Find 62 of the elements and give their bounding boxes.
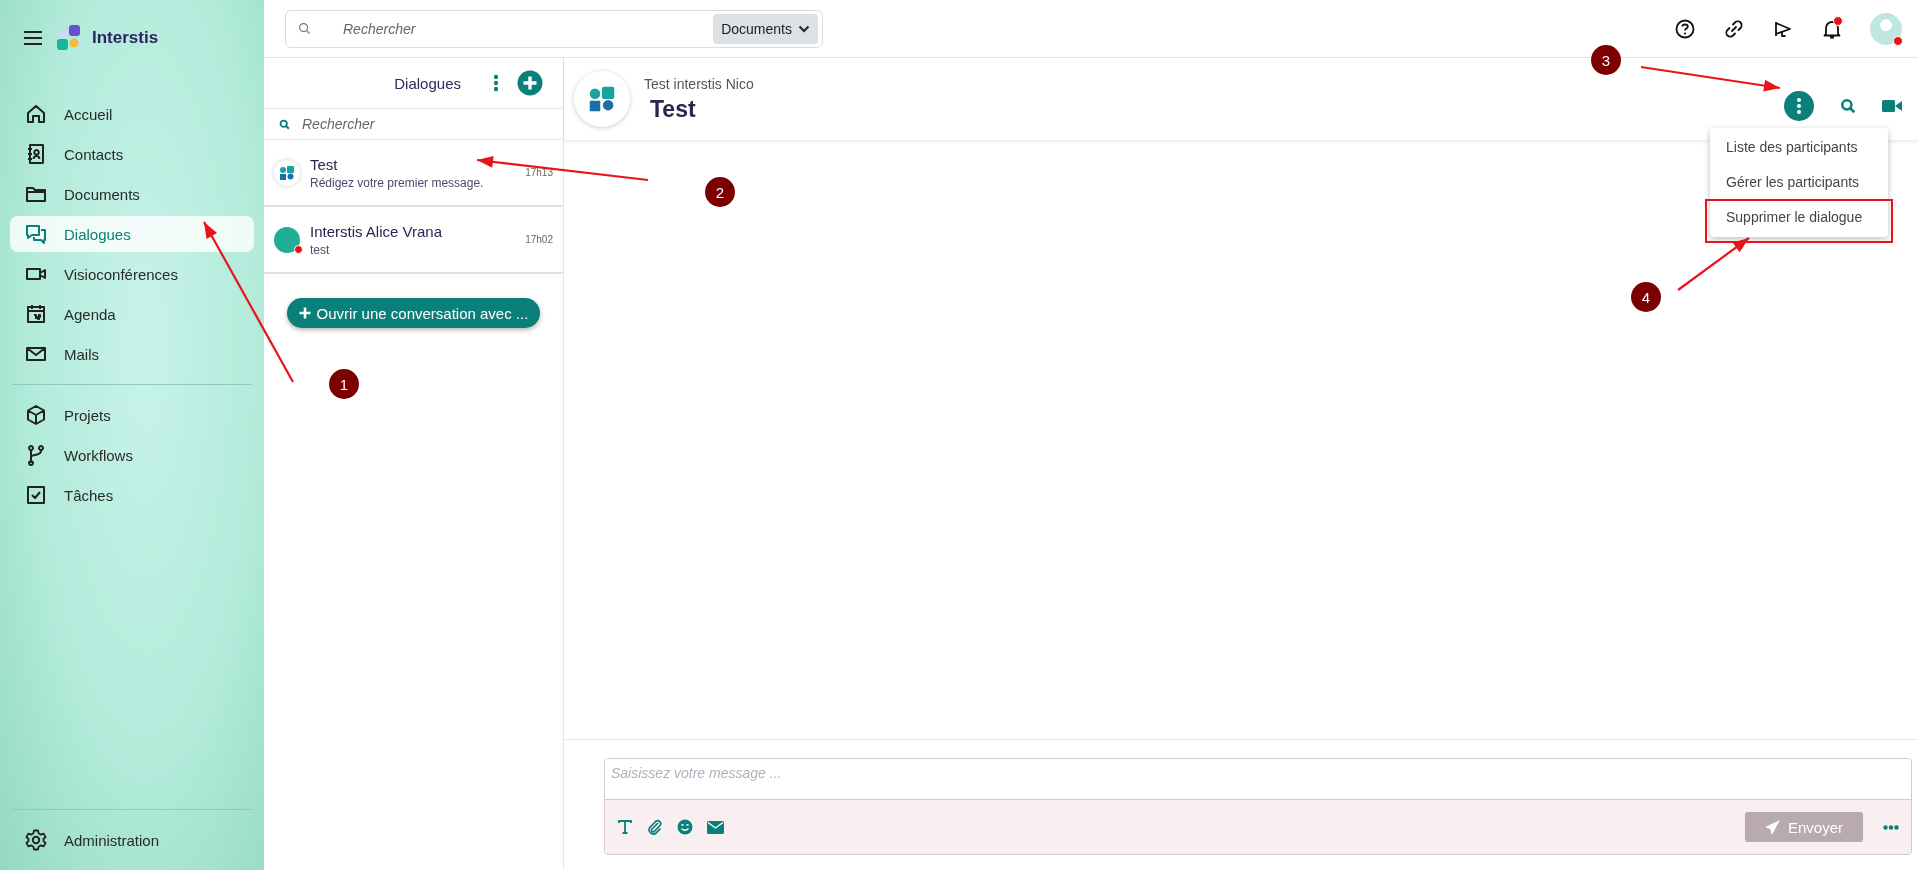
search-field[interactable]: Rechercher	[300, 115, 563, 133]
user-avatar[interactable]	[1870, 12, 1902, 45]
sidebar-item[interactable]: Mails	[10, 336, 254, 372]
open-conversation-button[interactable]: Ouvrir une conversation avec ...	[286, 298, 541, 328]
smiley-icon[interactable]	[677, 819, 693, 835]
sidebar-item[interactable]: Contacts	[10, 136, 254, 172]
menu-item[interactable]: Liste des participants	[1710, 130, 1888, 165]
step-number: 2	[705, 177, 735, 207]
sidebar-item[interactable]: Accueil	[10, 96, 254, 132]
search-icon	[298, 22, 311, 35]
paper-plane-icon	[1764, 819, 1780, 835]
conversation-name: Interstis Alice Vrana	[310, 222, 443, 240]
more-options-button[interactable]	[1784, 91, 1814, 121]
kebab-icon	[1796, 97, 1802, 115]
sidebar-item[interactable]: Workflows	[10, 437, 254, 473]
group-avatar	[574, 71, 630, 127]
step-number: 4	[1631, 282, 1661, 312]
search-icon	[279, 118, 290, 130]
search-icon[interactable]	[1840, 98, 1856, 114]
chat-bubbles-icon	[24, 222, 48, 246]
conversation-item[interactable]: Interstis Alice Vrana test 17h02	[264, 207, 563, 274]
help-icon[interactable]	[1674, 17, 1696, 40]
sidebar-item[interactable]: Dialogues	[10, 216, 254, 252]
menu-icon[interactable]	[22, 29, 44, 47]
message-preview: test	[310, 242, 331, 257]
checkbox-icon	[24, 483, 48, 507]
avatar-placeholder	[274, 226, 300, 253]
kebab-icon[interactable]	[493, 74, 499, 92]
step-number: 3	[1591, 45, 1621, 75]
video-camera-icon[interactable]	[1882, 99, 1902, 113]
caret-icon	[798, 24, 810, 33]
timestamp: 17h02	[525, 234, 553, 245]
chat-subtitle: Test interstis Nico	[644, 75, 754, 92]
sidebar-item[interactable]: Tâches	[10, 477, 254, 513]
search-field[interactable]: Rechercher Documents	[285, 9, 823, 48]
sidebar-item[interactable]: Documents	[10, 176, 254, 212]
more-icon[interactable]	[1883, 824, 1899, 830]
step-number: 1	[329, 369, 359, 399]
chat-title: Test	[650, 95, 697, 123]
sidebar-item[interactable]: Projets	[10, 397, 254, 433]
paperclip-icon[interactable]	[647, 819, 663, 835]
sidebar-item[interactable]: Agenda	[10, 296, 254, 332]
add-icon[interactable]	[517, 70, 543, 96]
brand-name: Interstis	[92, 28, 159, 48]
sidebar-item[interactable]: Administration	[10, 822, 254, 858]
calendar-icon	[24, 302, 48, 326]
cube-icon	[24, 403, 48, 427]
message-preview: Rédigez votre premier message.	[310, 175, 485, 190]
group-avatar	[274, 159, 300, 186]
home-icon	[24, 102, 48, 126]
menu-item[interactable]: Supprimer le dialogue	[1710, 200, 1888, 235]
settings-icon	[24, 828, 48, 852]
text-format-icon[interactable]	[617, 819, 633, 835]
conversation-name: Test	[310, 155, 339, 173]
message-field[interactable]: Saisissez votre message ...	[605, 759, 1911, 800]
panel-title: Dialogues	[394, 74, 461, 92]
sidebar-item[interactable]: Visioconférences	[10, 256, 254, 292]
plus-icon	[298, 307, 311, 319]
link-icon[interactable]	[1723, 17, 1745, 40]
menu-item[interactable]: Gérer les participants	[1710, 165, 1888, 200]
scope-dropdown[interactable]: Documents	[713, 13, 818, 44]
envelope-icon[interactable]	[707, 820, 724, 834]
